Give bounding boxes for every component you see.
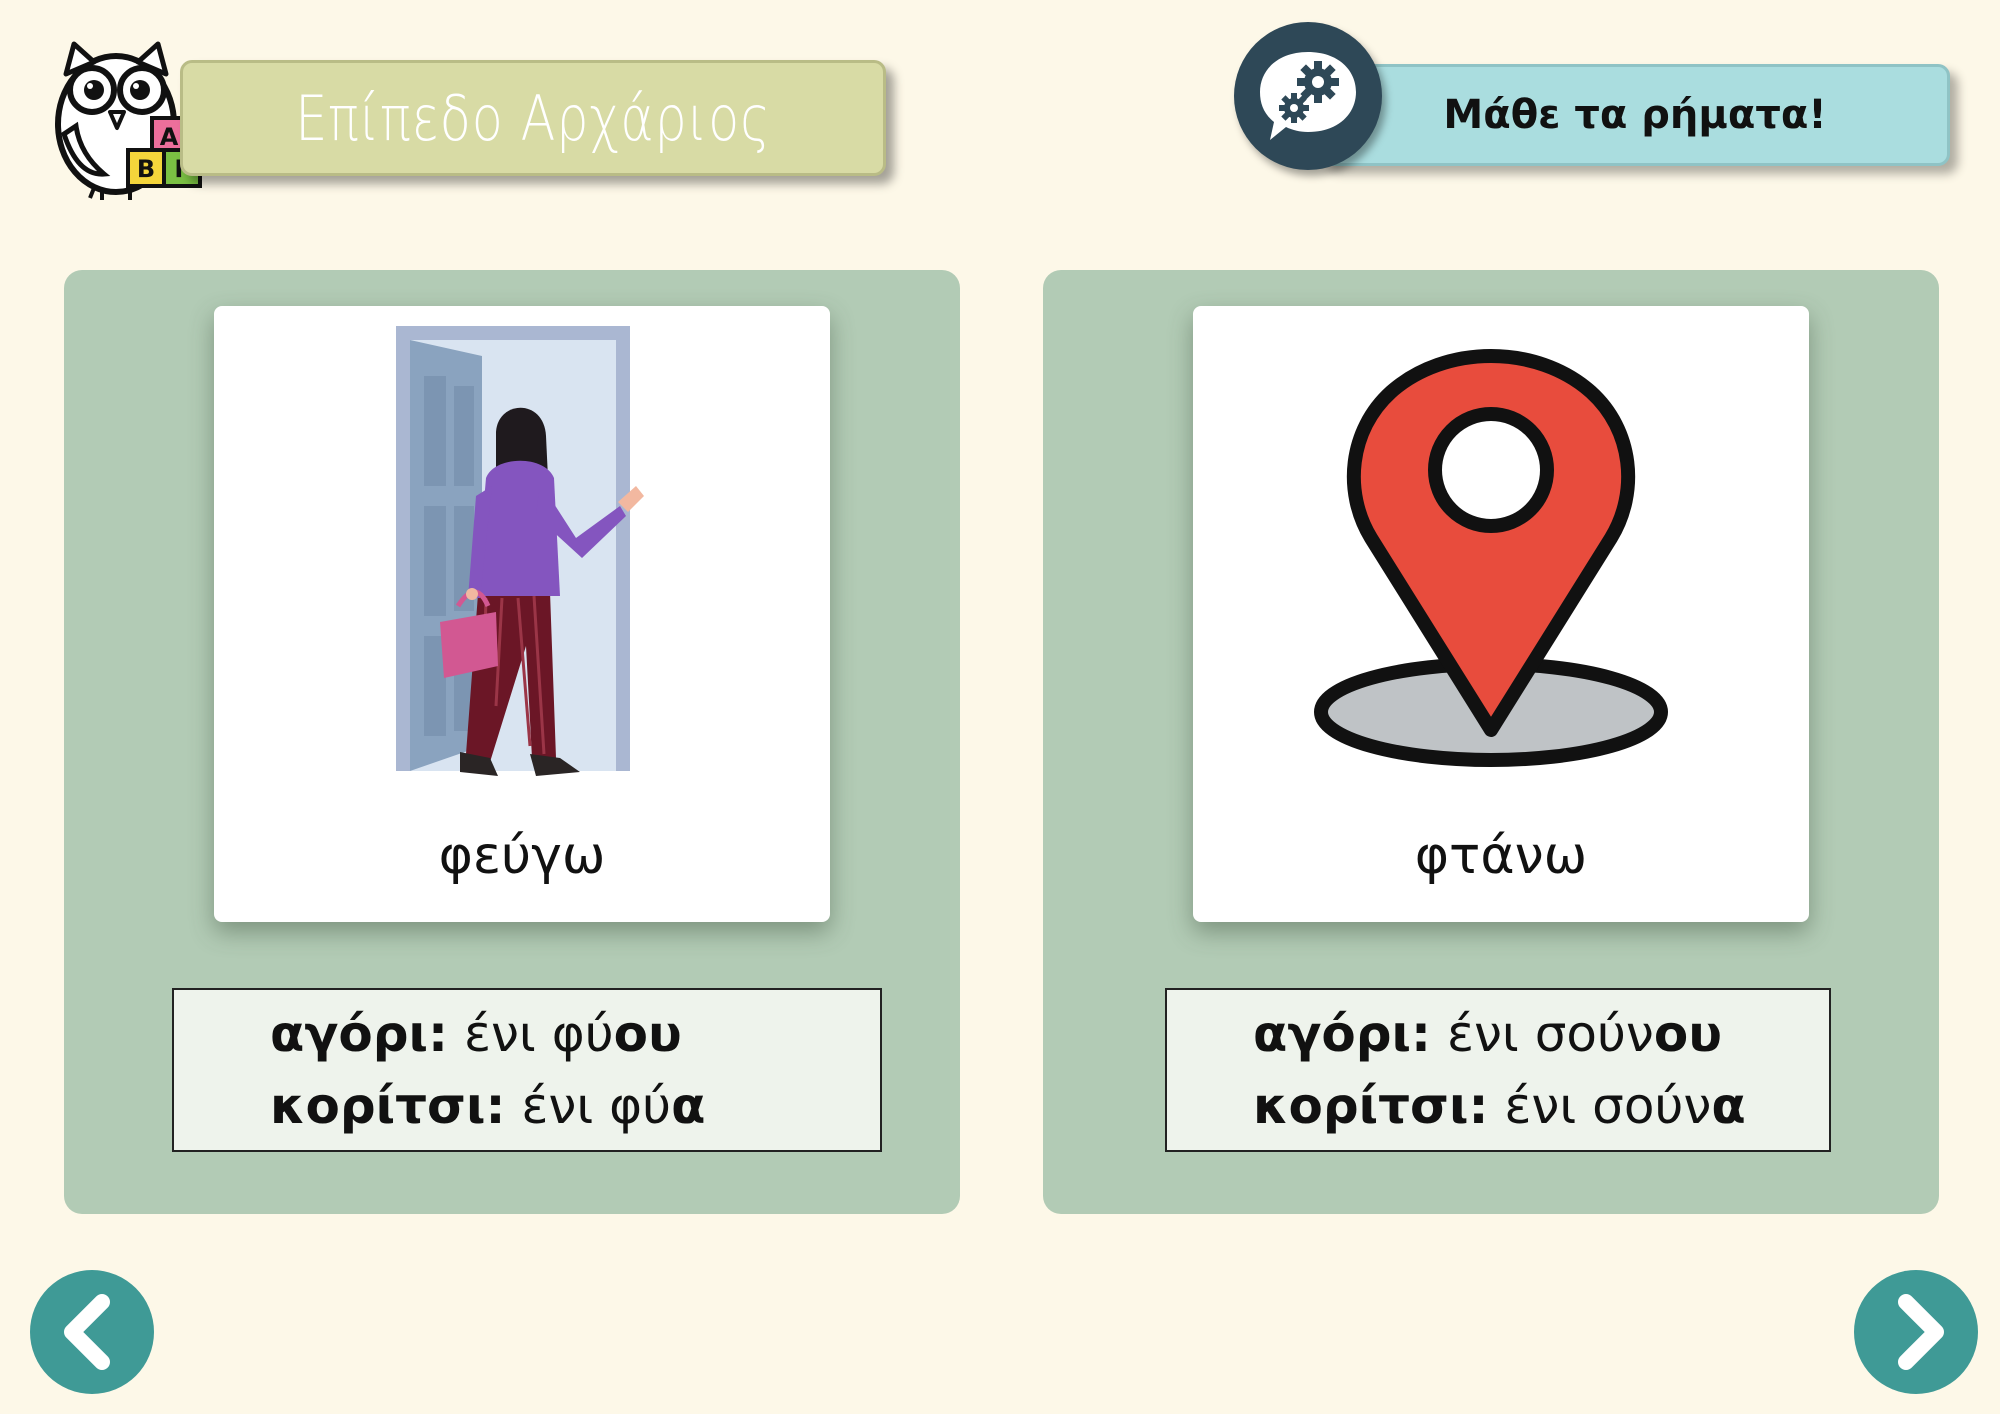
verb-forms-box: αγόρι: ένι σούνου κορίτσι: ένι σούνα — [1165, 988, 1831, 1152]
girl-ending: α — [671, 1077, 706, 1135]
logo-block-b: Β — [137, 155, 155, 183]
verb-word: φτάνω — [1414, 826, 1588, 886]
verb-word: φεύγω — [438, 826, 606, 886]
boy-form-line: αγόρι: ένι σούνου — [1253, 998, 1829, 1070]
speech-gears-icon — [1260, 52, 1356, 140]
learn-verbs-banner: Μάθε τα ρήματα! — [1320, 64, 1950, 166]
girl-ending: α — [1711, 1077, 1746, 1135]
boy-ending: ου — [1653, 1005, 1722, 1063]
boy-stem: ένι φύ — [463, 1005, 614, 1063]
level-title: Επίπεδο Αρχάριος — [295, 81, 771, 155]
girl-stem: ένι σούν — [1504, 1077, 1712, 1135]
woman-leaving-icon — [396, 326, 644, 776]
boy-label: αγόρι: — [270, 1005, 449, 1063]
boy-form-line: αγόρι: ένι φύου — [270, 998, 880, 1070]
girl-label: κορίτσι: — [270, 1077, 506, 1135]
girl-form-line: κορίτσι: ένι σούνα — [1253, 1070, 1829, 1142]
chevron-right-icon — [1898, 1294, 1944, 1370]
verb-panel-leave: φεύγω αγόρι: ένι φύου κορίτσι: ένι φύα — [64, 270, 960, 1214]
level-banner: Επίπεδο Αρχάριος — [180, 60, 886, 176]
chevron-left-icon — [64, 1294, 110, 1370]
next-button[interactable] — [1854, 1270, 1978, 1394]
learn-verbs-title: Μάθε τα ρήματα! — [1443, 92, 1827, 138]
previous-button[interactable] — [30, 1270, 154, 1394]
location-pin-icon — [1314, 349, 1668, 767]
girl-label: κορίτσι: — [1253, 1077, 1489, 1135]
verb-forms-box: αγόρι: ένι φύου κορίτσι: ένι φύα — [172, 988, 882, 1152]
verb-panel-arrive: φτάνω αγόρι: ένι σούνου κορίτσι: ένι σού… — [1043, 270, 1939, 1214]
girl-stem: ένι φύ — [521, 1077, 672, 1135]
boy-stem: ένι σούν — [1446, 1005, 1654, 1063]
boy-ending: ου — [613, 1005, 682, 1063]
boy-label: αγόρι: — [1253, 1005, 1432, 1063]
verb-card[interactable]: φεύγω — [214, 306, 830, 922]
verb-card[interactable]: φτάνω — [1193, 306, 1809, 922]
logo-block-a: Α — [160, 123, 179, 151]
girl-form-line: κορίτσι: ένι φύα — [270, 1070, 880, 1142]
gear-badge — [1234, 22, 1382, 170]
